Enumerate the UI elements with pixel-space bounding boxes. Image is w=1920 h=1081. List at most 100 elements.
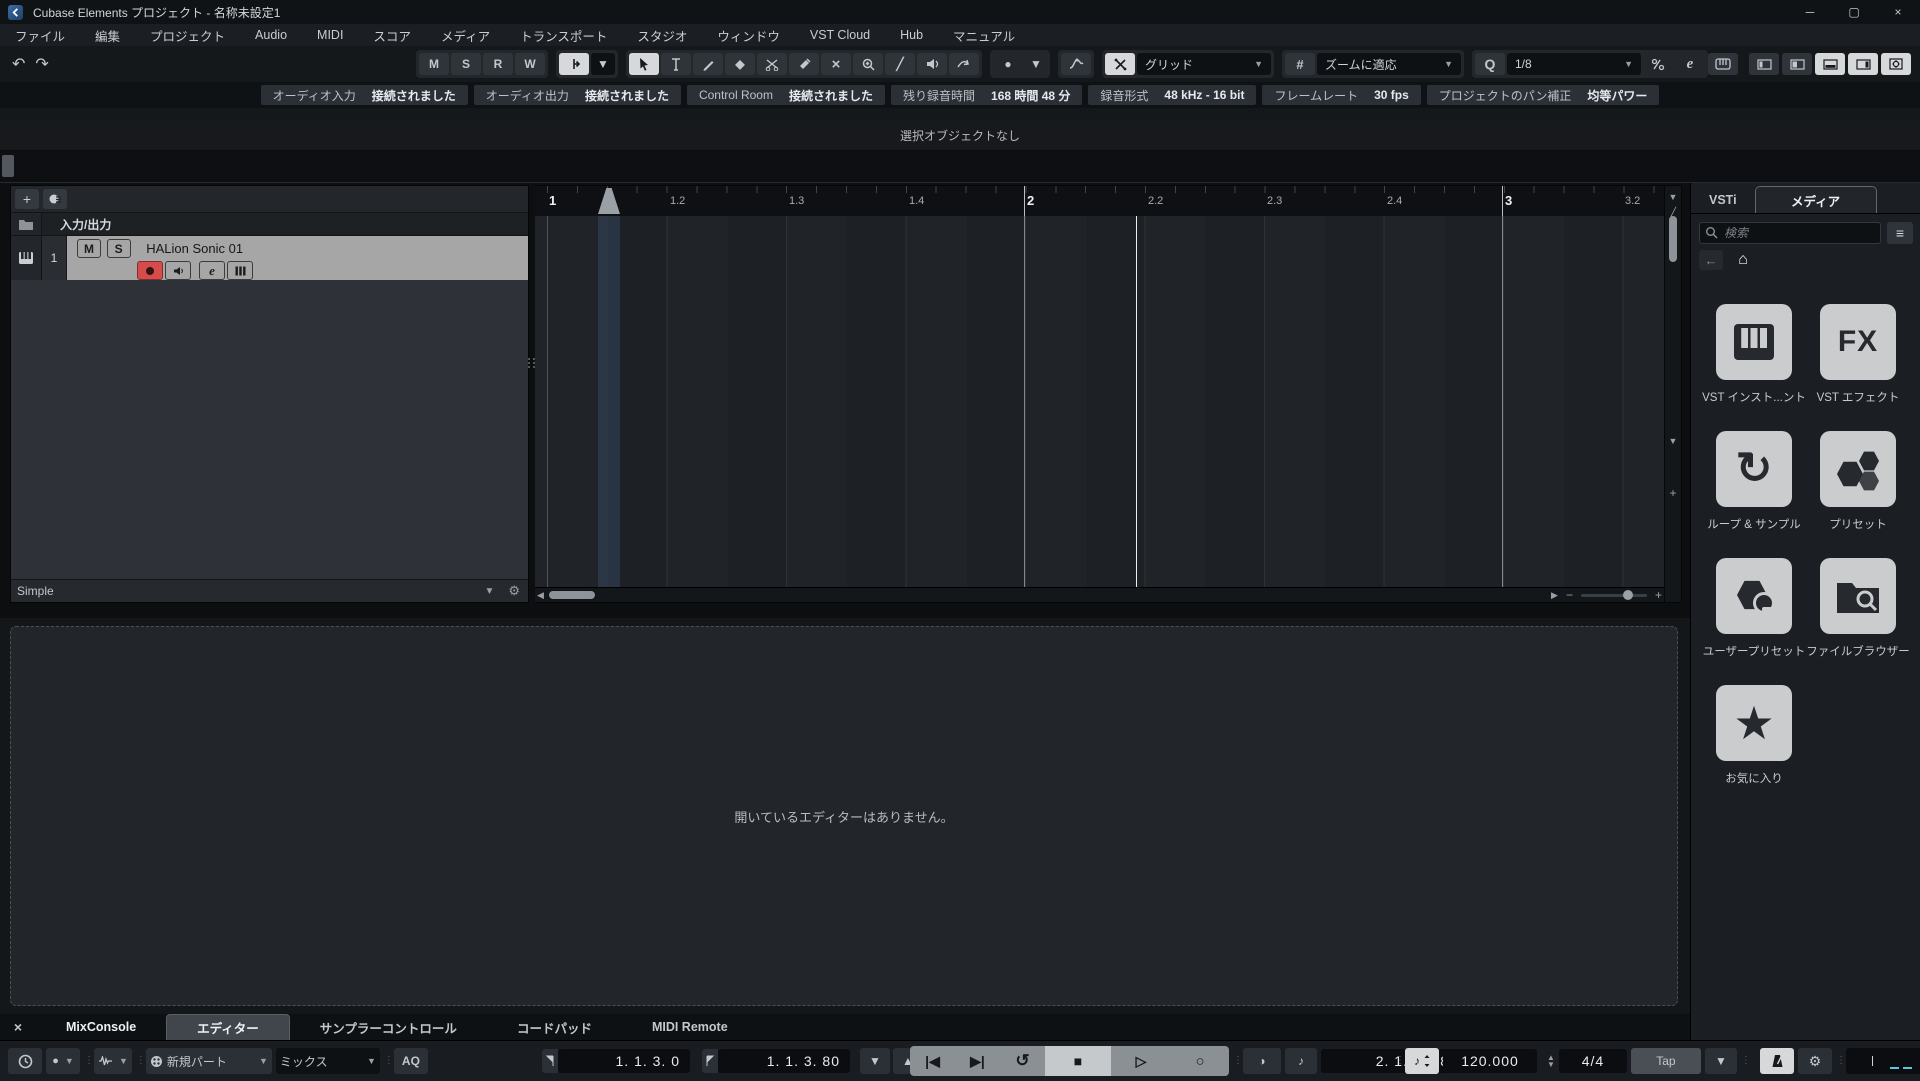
grid-type-icon[interactable]: # xyxy=(1285,53,1315,75)
object-selection-tool[interactable] xyxy=(629,53,659,75)
undo-icon[interactable]: ↶ xyxy=(12,54,25,74)
swing-icon[interactable] xyxy=(1643,53,1673,75)
play-tool[interactable] xyxy=(917,53,947,75)
edit-channel-button[interactable]: e xyxy=(199,261,225,280)
menu-hub[interactable]: Hub xyxy=(885,24,938,46)
tab-editor[interactable]: エディター xyxy=(166,1013,290,1041)
menu-window[interactable]: ウィンドウ xyxy=(702,24,795,46)
project-overview-strip[interactable] xyxy=(0,151,1920,183)
go-to-end-button[interactable]: ▶| xyxy=(955,1046,1000,1076)
record-enable-button[interactable] xyxy=(137,261,163,280)
record-button[interactable]: ○ xyxy=(1171,1046,1229,1076)
menu-audio[interactable]: Audio xyxy=(240,24,302,46)
tile-user-presets[interactable]: ユーザープリセット xyxy=(1702,558,1806,659)
tile-vst-instruments[interactable]: VST インスト...ント xyxy=(1702,304,1806,405)
vertical-scrollbar[interactable]: ▼ ╱ ▼ + xyxy=(1664,185,1682,603)
menu-project[interactable]: プロジェクト xyxy=(135,24,240,46)
snap-icon[interactable] xyxy=(1105,53,1135,75)
range-selection-tool[interactable] xyxy=(661,53,691,75)
mute-all-button[interactable]: M xyxy=(419,53,449,75)
glue-tool[interactable] xyxy=(789,53,819,75)
tab-media[interactable]: メディア xyxy=(1754,186,1877,213)
left-locator-icon[interactable] xyxy=(542,1049,558,1073)
panel-resize-handle[interactable] xyxy=(527,343,535,383)
stop-button[interactable]: ■ xyxy=(1045,1046,1111,1076)
tempo-spinner[interactable]: ▲ ▼ xyxy=(1547,1054,1555,1069)
audio-input-chip[interactable]: オーディオ入力 接続されました xyxy=(260,85,468,105)
track-name[interactable]: HALion Sonic 01 xyxy=(146,241,243,256)
play-button[interactable]: ▷ xyxy=(1111,1046,1171,1076)
audio-record-mode-button[interactable]: ▼ xyxy=(94,1048,132,1074)
go-to-start-button[interactable]: |◀ xyxy=(910,1046,955,1076)
cycle-region[interactable] xyxy=(598,216,620,588)
preset-caret-icon[interactable]: ▼ xyxy=(484,586,494,597)
track-solo-button[interactable]: S xyxy=(106,239,131,258)
tempo-track-icon[interactable]: ♪ xyxy=(1405,1048,1439,1074)
setup-toolbar-icon[interactable] xyxy=(1881,53,1911,75)
auto-scroll-icon[interactable] xyxy=(559,53,589,75)
menu-vst-cloud[interactable]: VST Cloud xyxy=(795,24,885,46)
quantize-edit-icon[interactable]: e xyxy=(1675,53,1705,75)
v-scroll-down-icon[interactable]: ▼ xyxy=(1665,436,1681,446)
zoom-in-icon[interactable]: + xyxy=(1655,588,1662,602)
time-format-icon[interactable]: ♪ xyxy=(1285,1048,1317,1074)
left-locator-display[interactable]: 1. 1. 3. 0 xyxy=(558,1049,690,1073)
right-zone-toggle-icon[interactable] xyxy=(1848,53,1878,75)
monitor-button[interactable] xyxy=(165,261,191,280)
tile-file-browser[interactable]: ファイルブラウザー xyxy=(1806,558,1910,659)
record-format-chip[interactable]: 録音形式 48 kHz - 16 bit xyxy=(1088,85,1257,105)
tab-sampler-control[interactable]: サンプラーコントロール xyxy=(290,1014,487,1040)
menu-manual[interactable]: マニュアル xyxy=(938,24,1030,46)
back-icon[interactable]: ← xyxy=(1699,250,1723,270)
v-scroll-thumb[interactable] xyxy=(1669,216,1677,262)
split-tool[interactable] xyxy=(757,53,787,75)
record-time-chip[interactable]: 残り録音時間 168 時間 48 分 xyxy=(891,85,1083,105)
redo-icon[interactable]: ↷ xyxy=(35,54,48,74)
right-locator-display[interactable]: 1. 1. 3. 80 xyxy=(718,1049,850,1073)
menu-media[interactable]: メディア xyxy=(426,24,505,46)
tab-mixconsole[interactable]: MixConsole xyxy=(36,1014,166,1040)
tempo-mode-caret[interactable]: ▼ xyxy=(1704,1048,1737,1074)
scroll-left-icon[interactable]: ◀ xyxy=(537,590,544,601)
menu-edit[interactable]: 編集 xyxy=(80,24,135,46)
cycle-button[interactable]: ↺ xyxy=(1000,1046,1045,1076)
home-icon[interactable]: ⌂ xyxy=(1731,250,1755,270)
preset-gear-icon[interactable]: ⚙ xyxy=(508,583,520,599)
performance-meter[interactable] xyxy=(1846,1048,1920,1074)
visibility-preset-name[interactable]: Simple xyxy=(17,584,54,598)
write-automation-button[interactable]: W xyxy=(515,53,545,75)
add-track-button[interactable]: + xyxy=(15,189,39,209)
color-menu-caret[interactable]: ▼ xyxy=(1025,53,1047,75)
ruler-options-icon[interactable]: ▼ xyxy=(1665,192,1681,202)
track-preset-icon[interactable] xyxy=(43,189,67,209)
inspector-toggle-icon[interactable] xyxy=(1782,53,1812,75)
lower-zone-toggle-icon[interactable] xyxy=(1815,53,1845,75)
mute-tool[interactable]: × xyxy=(821,53,851,75)
metronome-setup-gear-icon[interactable]: ⚙ xyxy=(1798,1048,1832,1074)
input-output-folder-track[interactable]: 入力/出力 xyxy=(11,213,528,236)
punch-in-icon[interactable]: ▼ xyxy=(860,1048,890,1074)
maximize-button[interactable]: ▢ xyxy=(1832,0,1876,24)
locator-handle[interactable] xyxy=(598,188,620,214)
tempo-display[interactable]: 120.000 xyxy=(1443,1049,1537,1073)
close-lower-zone-icon[interactable]: × xyxy=(0,1019,36,1035)
tab-chord-pads[interactable]: コードパッド xyxy=(487,1014,622,1040)
keyboard-focus-icon[interactable] xyxy=(1708,53,1738,75)
record-mode-button[interactable]: ● ▼ xyxy=(46,1048,80,1074)
close-button[interactable]: × xyxy=(1876,0,1920,24)
tile-vst-effects[interactable]: FX VST エフェクト xyxy=(1806,304,1910,405)
h-zoom-handle[interactable] xyxy=(1622,589,1633,600)
auto-quantize-button[interactable]: AQ xyxy=(393,1048,428,1074)
media-search-input[interactable] xyxy=(1699,222,1881,244)
h-scroll-thumb[interactable] xyxy=(549,591,595,599)
frame-rate-chip[interactable]: フレームレート 30 fps xyxy=(1262,85,1421,105)
snap-type-dropdown[interactable]: グリッド ▼ xyxy=(1137,53,1271,75)
pre-roll-icon[interactable]: ◑ xyxy=(1243,1048,1281,1074)
quantize-icon[interactable]: Q xyxy=(1475,53,1505,75)
control-room-chip[interactable]: Control Room 接続されました xyxy=(686,85,885,105)
line-tool[interactable]: ╱ xyxy=(885,53,915,75)
right-locator-icon[interactable] xyxy=(702,1049,718,1073)
time-signature-display[interactable]: 4/4 xyxy=(1558,1049,1627,1073)
zoom-tool[interactable] xyxy=(853,53,883,75)
tab-midi-remote[interactable]: MIDI Remote xyxy=(622,1014,758,1040)
